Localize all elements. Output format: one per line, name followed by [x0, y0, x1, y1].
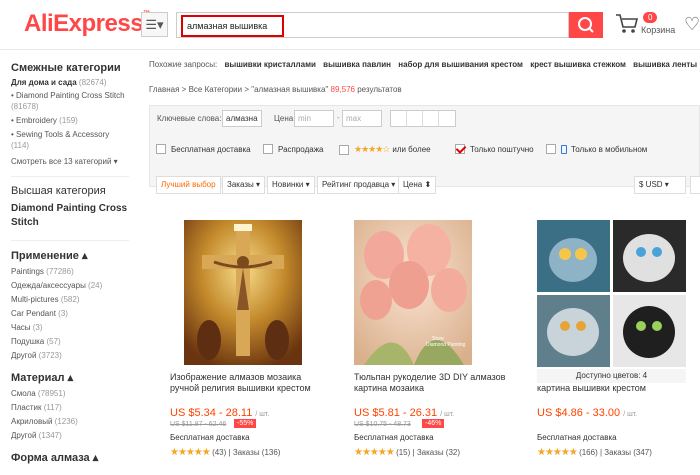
- sidebar-subcategory[interactable]: • Sewing Tools & Accessory (114): [11, 129, 129, 151]
- shipping-label: Бесплатная доставка: [537, 433, 617, 442]
- product-old-price: US $10.75 - 48.73: [354, 421, 411, 428]
- filter-item[interactable]: Подушка (57): [11, 336, 129, 347]
- cart-button[interactable]: [614, 12, 640, 36]
- product-rating[interactable]: ★★★★★ (43) | Заказы (136): [170, 447, 280, 458]
- filter-item[interactable]: Пластик (117): [11, 402, 129, 413]
- filter-item[interactable]: Другой (1347): [11, 430, 129, 441]
- menu-icon: ☰▾: [145, 17, 164, 32]
- view-option[interactable]: [423, 111, 439, 126]
- mobile-only-checkbox[interactable]: Только в мобильном: [546, 144, 647, 154]
- filter-item[interactable]: Акриловый (1236): [11, 416, 129, 427]
- wishlist-icon[interactable]: ♡: [684, 14, 700, 35]
- star-rating: ★★★★★: [537, 447, 578, 458]
- application-filter-title[interactable]: Применение ▴: [11, 249, 140, 262]
- diamond-shape-filter-title[interactable]: Форма алмаза ▴: [11, 451, 140, 464]
- available-colors-label: Доступно цветов: 4: [537, 369, 686, 383]
- search-button[interactable]: [569, 12, 603, 38]
- svg-text:Diamond Painting: Diamond Painting: [426, 342, 466, 348]
- ship-to-select[interactable]: [690, 176, 700, 194]
- mobile-icon: [561, 144, 567, 154]
- material-filter-title[interactable]: Материал ▴: [11, 371, 140, 384]
- discount-badge: -55%: [234, 419, 257, 428]
- view-toggle[interactable]: [390, 110, 456, 127]
- star-rating: ★★★★★: [170, 447, 211, 458]
- cart-label[interactable]: Корзина: [641, 25, 675, 35]
- product-image[interactable]: [184, 220, 302, 365]
- sort-seller-rating[interactable]: Рейтинг продавца ▾: [317, 176, 401, 194]
- search-box: [176, 12, 569, 38]
- currency-select[interactable]: $ USD ▾: [634, 176, 686, 194]
- product-price: US $4.86 - 33.00 / шт.: [537, 407, 638, 419]
- rating-stars: ★★★★☆: [354, 144, 390, 154]
- discount-badge: -46%: [422, 419, 445, 428]
- breadcrumb: Главная > Все Категории > "алмазная выши…: [149, 85, 402, 94]
- view-option[interactable]: [407, 111, 423, 126]
- filter-checkboxes: Бесплатная доставка Распродажа ★★★★☆ или …: [156, 144, 700, 158]
- cart-icon: [616, 14, 639, 33]
- aliexpress-logo[interactable]: AliExpress™: [24, 10, 150, 38]
- filter-item[interactable]: Одежда/аксессуары (24): [11, 280, 129, 291]
- view-option[interactable]: [391, 111, 407, 126]
- product-title[interactable]: Изображение алмазов мозаика ручной религ…: [170, 372, 330, 394]
- product-rating[interactable]: ★★★★★ (15) | Заказы (32): [354, 447, 460, 458]
- filter-item[interactable]: Paintings (77286): [11, 266, 129, 277]
- breadcrumb-all-categories[interactable]: Все Категории: [189, 85, 243, 94]
- price-min-input[interactable]: min: [294, 110, 334, 127]
- related-query-link[interactable]: вышивки кристаллами: [224, 60, 315, 69]
- breadcrumb-home[interactable]: Главная: [149, 85, 179, 94]
- filter-panel: Ключевые слова: алмазна Цена: min - max …: [149, 105, 700, 194]
- product-price: US $5.81 - 26.31 / шт.: [354, 407, 455, 419]
- result-count: 89,576: [330, 85, 355, 94]
- single-item-checkbox[interactable]: Только поштучно: [455, 144, 534, 154]
- filter-item[interactable]: Другой (3723): [11, 350, 129, 361]
- search-input[interactable]: [181, 15, 284, 37]
- sort-price[interactable]: Цена ⬍: [398, 176, 437, 194]
- cart-count-badge: 0: [643, 12, 658, 23]
- star-rating: ★★★★★: [354, 447, 395, 458]
- related-query-link[interactable]: вышивка ленты: [633, 60, 697, 69]
- sort-orders[interactable]: Заказы ▾: [222, 176, 265, 194]
- related-query-link[interactable]: крест вышивка стежком: [530, 60, 626, 69]
- price-max-input[interactable]: max: [342, 110, 382, 127]
- related-searches: Похожие запросы: вышивки кристаллами выш…: [149, 60, 698, 69]
- sidebar-subcategory[interactable]: • Embroidery (159): [11, 115, 129, 126]
- related-categories-title: Смежные категории: [11, 62, 121, 74]
- shipping-label: Бесплатная доставка: [354, 433, 434, 442]
- sidebar-subcategory[interactable]: • Diamond Painting Cross Stitch (81678): [11, 90, 129, 112]
- filter-item[interactable]: Car Pendant (3): [11, 308, 129, 319]
- divider: [11, 240, 129, 241]
- header: AliExpress™ ☰▾ 0 Корзина ♡: [0, 0, 700, 50]
- sort-newest[interactable]: Новинки ▾: [267, 176, 315, 194]
- keywords-label: Ключевые слова:: [157, 114, 222, 123]
- price-label: Цена:: [274, 114, 296, 123]
- product-price: US $5.34 - 28.11 / шт.: [170, 407, 270, 419]
- top-category-title: Высшая категория: [11, 185, 106, 197]
- sale-checkbox[interactable]: Распродажа: [263, 144, 324, 154]
- filter-item[interactable]: Часы (3): [11, 322, 129, 333]
- categories-menu-button[interactable]: ☰▾: [141, 12, 168, 37]
- search-icon: [578, 17, 594, 33]
- filter-item[interactable]: Смола (78951): [11, 388, 129, 399]
- top-category-link[interactable]: Diamond Painting Cross Stitch: [11, 202, 129, 230]
- related-query-link[interactable]: вышивка павлин: [323, 60, 391, 69]
- divider: [11, 176, 129, 177]
- product-rating[interactable]: ★★★★★ (166) | Заказы (347): [537, 447, 652, 458]
- filter-item[interactable]: Multi-pictures (582): [11, 294, 129, 305]
- sidebar-category[interactable]: Для дома и сада (82674): [11, 78, 129, 87]
- product-old-price: US $11.87 - 62.46: [170, 421, 227, 428]
- shipping-label: Бесплатная доставка: [170, 433, 250, 442]
- related-query-link[interactable]: набор для вышивания крестом: [398, 60, 523, 69]
- show-all-categories-link[interactable]: Смотреть все 13 категорий ▾: [11, 157, 129, 166]
- rating-checkbox[interactable]: ★★★★☆ или более: [339, 144, 431, 155]
- product-title[interactable]: Тюльпан рукоделие 3D DIY алмазов картина…: [354, 372, 514, 394]
- sidebar: Смежные категории Для дома и сада (82674…: [0, 55, 140, 475]
- product-image[interactable]: [537, 220, 686, 367]
- free-shipping-checkbox[interactable]: Бесплатная доставка: [156, 144, 251, 154]
- product-image[interactable]: Store Diamond Painting: [354, 220, 472, 365]
- keywords-input[interactable]: алмазна: [222, 110, 262, 127]
- sort-best-match[interactable]: Лучший выбор: [156, 176, 221, 194]
- sort-bar: Лучший выбор Заказы ▾ Новинки ▾ Рейтинг …: [156, 176, 700, 196]
